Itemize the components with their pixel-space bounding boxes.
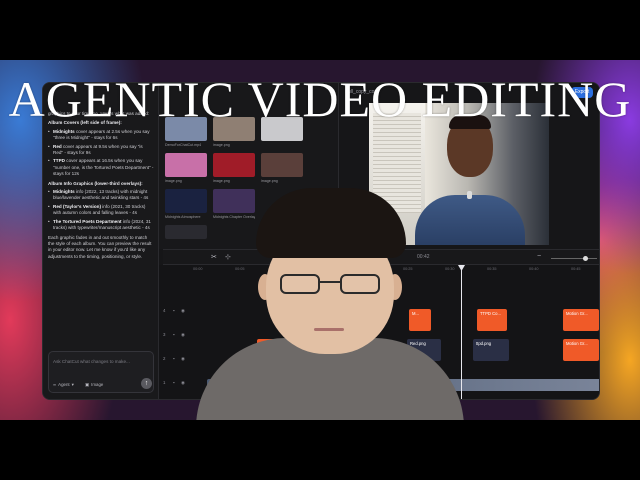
presenter-overlay bbox=[196, 188, 464, 420]
zoom-slider-handle[interactable] bbox=[583, 256, 588, 261]
eye-icon[interactable]: ◉ bbox=[181, 332, 185, 338]
thumbnail-headline: AGENTIC VIDEO EDITING bbox=[8, 71, 632, 127]
glasses-icon bbox=[280, 274, 380, 294]
preview-mic bbox=[467, 191, 472, 199]
presenter-hair bbox=[256, 188, 406, 258]
letterbox-top bbox=[0, 0, 640, 60]
track-header: 4 ▪ ◉ bbox=[163, 308, 185, 314]
chat-message: graphics to your timeline. Here's what w… bbox=[48, 111, 154, 263]
track-header: 2 ▪ ◉ bbox=[163, 356, 185, 362]
eye-icon[interactable]: ◉ bbox=[181, 356, 185, 362]
chat-list-item: The Tortured Poets Department info (2024… bbox=[48, 219, 154, 232]
media-item[interactable]: image.png bbox=[261, 153, 303, 183]
presenter-mouth bbox=[314, 328, 344, 331]
chat-section-title: Album Info Graphics (lower-third overlay… bbox=[48, 180, 143, 186]
lock-icon[interactable]: ▪ bbox=[173, 332, 175, 337]
media-thumbnail bbox=[261, 153, 303, 177]
chat-input[interactable] bbox=[53, 356, 149, 366]
chat-input-box[interactable]: ∞ Agent ▾ ▣ Image ↑ bbox=[48, 351, 154, 393]
chat-panel: graphics to your timeline. Here's what w… bbox=[43, 83, 159, 399]
agent-icon: ∞ bbox=[53, 382, 57, 387]
chat-list: Midnights cover appears at 2.5s when you… bbox=[48, 129, 154, 178]
timeline-clip[interactable]: TTPD Co... bbox=[477, 309, 507, 331]
arrow-up-icon: ↑ bbox=[144, 380, 149, 387]
timeline-clip[interactable]: Motion Gr... bbox=[563, 309, 599, 331]
chat-list-item: Red (Taylor's Version) info (2021, 30 tr… bbox=[48, 204, 154, 217]
timeline-clip[interactable]: ttpd.png bbox=[473, 339, 509, 361]
chat-list: Midnights info (2022, 13 tracks) with mi… bbox=[48, 189, 154, 231]
zoom-slider[interactable] bbox=[551, 258, 597, 259]
chat-list-item: Midnights cover appears at 2.5s when you… bbox=[48, 129, 154, 142]
media-thumbnail bbox=[213, 153, 255, 177]
lock-icon[interactable]: ▪ bbox=[173, 356, 175, 361]
attach-image-button[interactable]: ▣ Image bbox=[85, 380, 103, 389]
chat-list-item: Red cover appears at 9.5s when you say "… bbox=[48, 144, 154, 157]
image-icon: ▣ bbox=[85, 381, 90, 387]
agent-mode-button[interactable]: ∞ Agent ▾ bbox=[53, 380, 74, 389]
track-header: 3 ▪ ◉ bbox=[163, 332, 185, 338]
chat-list-item: Midnights info (2022, 13 tracks) with mi… bbox=[48, 189, 154, 202]
letterbox-bottom bbox=[0, 420, 640, 480]
zoom-out-icon[interactable]: − bbox=[537, 253, 541, 260]
media-item[interactable]: image.png bbox=[213, 153, 255, 183]
media-item[interactable]: image.png bbox=[165, 153, 207, 183]
timeline-clip[interactable]: Motion Gr... bbox=[563, 339, 599, 361]
send-button[interactable]: ↑ bbox=[141, 378, 152, 389]
chat-outro: Each graphic fades in and out smoothly t… bbox=[48, 234, 152, 259]
lock-icon[interactable]: ▪ bbox=[173, 380, 175, 385]
chat-list-item: TTPD cover appears at 16.5s when you say… bbox=[48, 158, 154, 177]
media-thumbnail bbox=[165, 153, 207, 177]
track-header: 1 ▪ ◉ bbox=[163, 380, 185, 386]
eye-icon[interactable]: ◉ bbox=[181, 380, 185, 386]
lock-icon[interactable]: ▪ bbox=[173, 308, 175, 313]
chevron-down-icon: ▾ bbox=[71, 381, 74, 387]
eye-icon[interactable]: ◉ bbox=[181, 308, 185, 314]
